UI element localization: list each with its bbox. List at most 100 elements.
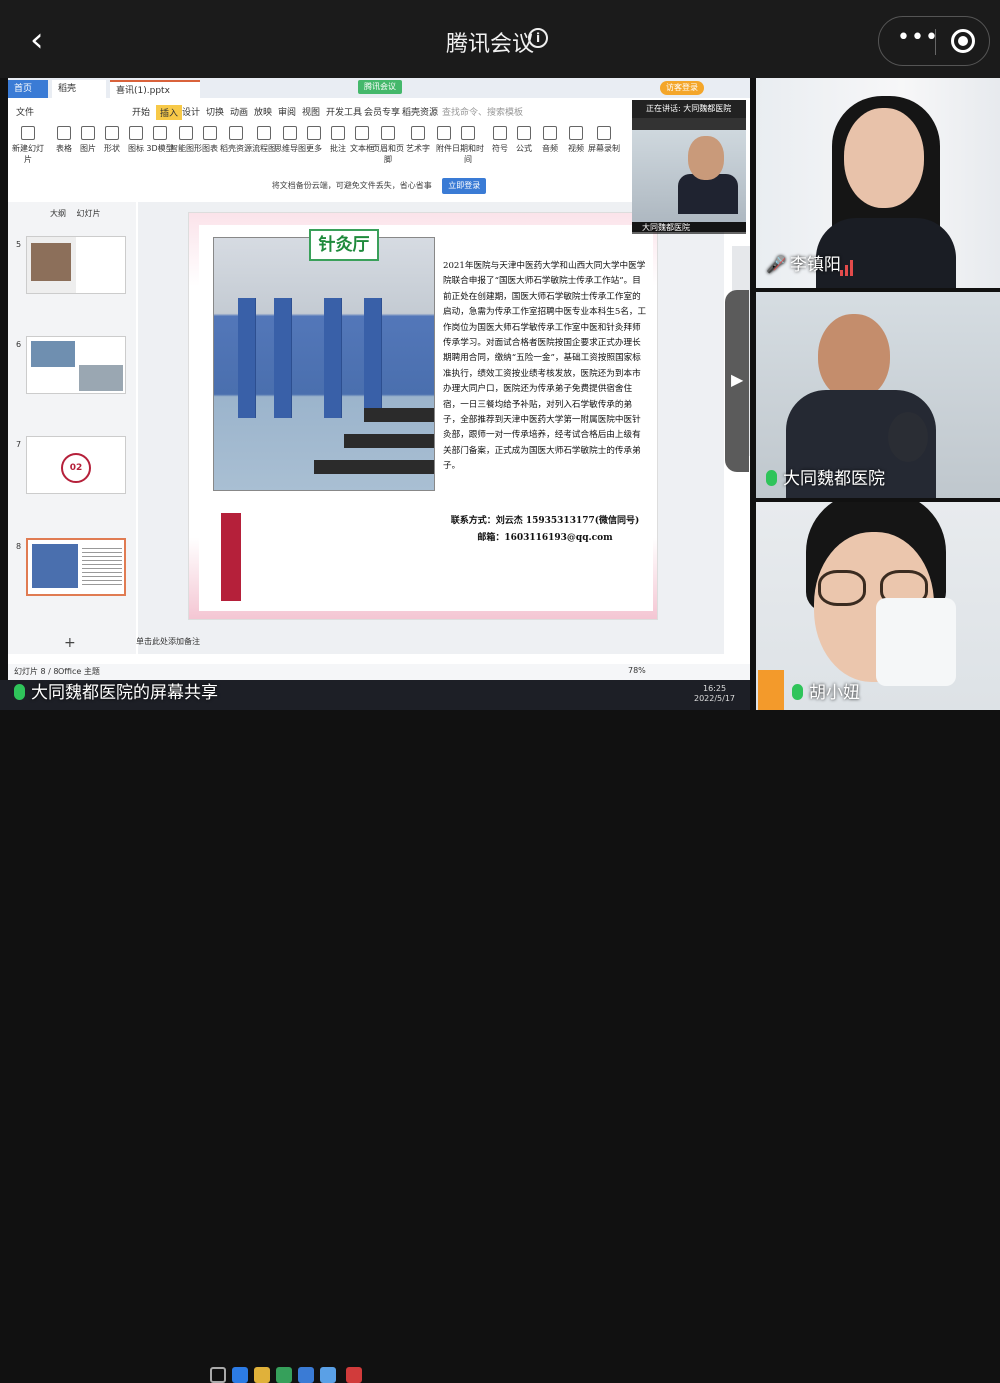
menu-item[interactable]: 设计: [182, 105, 200, 118]
signal-icon: [840, 258, 858, 276]
login-now-button[interactable]: 立即登录: [442, 178, 487, 194]
speaker-floating-window[interactable]: 正在讲话: 大同魏都医院 大同魏都医院: [632, 100, 746, 234]
speaker-video: [632, 130, 746, 222]
slide-contact: 联系方式：刘云杰 15935313177(微信同号) 邮箱：1603116193…: [445, 513, 645, 547]
speaker-body: [678, 174, 738, 214]
menu-item[interactable]: 审阅: [278, 105, 296, 118]
meeting-app-icon[interactable]: [298, 1367, 314, 1383]
menu-item[interactable]: 文件: [16, 105, 34, 118]
slide-thumbnail-selected[interactable]: [26, 538, 126, 596]
menu-item[interactable]: 动画: [230, 105, 248, 118]
background-person: [888, 412, 928, 462]
panel-tabs: 大纲 幻灯片: [50, 208, 109, 219]
speaker-face: [688, 136, 724, 180]
tab-outline[interactable]: 大纲: [50, 209, 66, 218]
folder-icon[interactable]: [254, 1367, 270, 1383]
chat-app-icon[interactable]: [276, 1367, 292, 1383]
back-button[interactable]: ‹: [30, 20, 44, 60]
zoom-level[interactable]: 78%: [628, 666, 646, 675]
thumb-photo: [31, 243, 71, 281]
participant-name: 胡小妞: [809, 683, 860, 703]
ribbon-screen-record[interactable]: 屏幕录制: [586, 124, 622, 154]
participant-tile[interactable]: 🎤̸ 李镇阳: [756, 78, 1000, 288]
divider: [935, 29, 936, 55]
thumb-photo: [32, 544, 78, 588]
visitor-login-button[interactable]: 访客登录: [660, 81, 704, 95]
participant-face: [844, 108, 924, 208]
add-slide-button[interactable]: +: [64, 635, 76, 651]
info-icon[interactable]: i: [528, 28, 548, 48]
slide-panel: 大纲 幻灯片 5 6 7 02 8: [8, 202, 136, 654]
notice-text: 将文档备份云端，可避免文件丢失，省心省事: [271, 181, 432, 190]
app-title: 腾讯会议: [446, 32, 535, 57]
tab-slides[interactable]: 幻灯片: [77, 209, 101, 218]
participant-name: 李镇阳: [789, 255, 841, 275]
mic-on-icon: [766, 470, 777, 486]
mic-on-icon: [792, 684, 803, 700]
ribbon-datetime[interactable]: 日期和时间: [450, 124, 486, 165]
top-right-controls: •••: [878, 16, 990, 66]
background-object: [876, 598, 956, 686]
menu-item[interactable]: 切换: [206, 105, 224, 118]
slide-number: 6: [16, 340, 22, 349]
participant-name-row: 大同魏都医院: [766, 464, 885, 489]
thumb-text: [82, 548, 122, 588]
menu-item[interactable]: 开发工具: [326, 105, 362, 118]
speaker-status: 正在讲话: 大同魏都医院: [632, 100, 746, 118]
thumb-photo: [31, 341, 75, 367]
thumb-photo: [79, 365, 123, 391]
chevron-right-icon: ▶: [731, 370, 744, 389]
mic-on-icon: [14, 684, 25, 700]
notes-area[interactable]: 单击此处添加备注: [136, 636, 200, 647]
windows-app-icon[interactable]: [210, 1367, 226, 1383]
slide-canvas: 针灸厅 2021年医院与天津中医药大学和山西大同大学中医学院联合申报了“国医大师…: [138, 202, 724, 654]
tab-pptx[interactable]: 喜讯(1).pptx: [110, 80, 200, 98]
screen-share-label: 大同魏都医院的屏幕共享: [14, 678, 218, 703]
app-icon[interactable]: [320, 1367, 336, 1383]
collapse-panel-handle[interactable]: ▶: [725, 290, 749, 472]
tab-docer[interactable]: 稻壳: [52, 80, 106, 98]
participant-name-row: 🎤̸ 李镇阳: [766, 250, 841, 275]
clock-time: 16:25: [702, 684, 727, 693]
top-bar: ‹ 腾讯会议 i •••: [0, 0, 1000, 78]
menu-item[interactable]: 放映: [254, 105, 272, 118]
mic-muted-icon: 🎤̸: [766, 255, 786, 274]
ribbon-new-slide[interactable]: 新建幻灯片: [10, 124, 46, 165]
slide-thumbnail[interactable]: [26, 336, 126, 394]
more-button[interactable]: •••: [897, 25, 939, 50]
glasses-left: [818, 570, 866, 606]
slide-thumbnail[interactable]: [26, 236, 126, 294]
screen-share-owner: 大同魏都医院的屏幕共享: [31, 683, 218, 703]
slide-counter: 幻灯片 8 / 8: [14, 667, 59, 676]
menu-item[interactable]: 会员专享: [364, 105, 400, 118]
slide-body-text: 2021年医院与天津中医药大学和山西大同大学中医学院联合申报了“国医大师石学敏院…: [443, 261, 647, 472]
participant-tile[interactable]: 大同魏都医院: [756, 292, 1000, 498]
slide-title: 针灸厅: [309, 229, 379, 261]
system-clock: 16:25 2022/5/17: [694, 684, 735, 704]
tab-home[interactable]: 首页: [8, 80, 48, 98]
photo-curtain: [324, 298, 342, 418]
photo-bed: [364, 408, 434, 422]
slide: 针灸厅 2021年医院与天津中医药大学和山西大同大学中医学院联合申报了“国医大师…: [188, 212, 658, 620]
speaker-name: 大同魏都医院: [632, 222, 746, 234]
photo-bed: [314, 460, 434, 474]
menu-item[interactable]: 开始: [132, 105, 150, 118]
command-search[interactable]: 查找命令、搜索模板: [442, 105, 523, 118]
menu-item[interactable]: 稻壳资源: [402, 105, 438, 118]
participant-tile[interactable]: 胡小妞: [756, 502, 1000, 710]
menu-item[interactable]: 视图: [302, 105, 320, 118]
slide-thumbnail[interactable]: 02: [26, 436, 126, 494]
clock-date: 2022/5/17: [694, 694, 736, 703]
browser-icon[interactable]: [232, 1367, 248, 1383]
wps-icon[interactable]: [346, 1367, 362, 1383]
record-button[interactable]: [951, 29, 975, 53]
thumb-chapter-badge: 02: [61, 453, 91, 483]
photo-curtain: [364, 298, 382, 418]
menu-item-insert[interactable]: 插入: [156, 105, 183, 120]
user-avatar-icon: [758, 670, 784, 710]
contact-email: 邮箱：1603116193@qq.com: [477, 533, 613, 543]
slide-number: 5: [16, 240, 22, 249]
photo-curtain: [238, 298, 256, 418]
meeting-tag: 腾讯会议: [358, 80, 402, 94]
decorative-red-bar: [221, 513, 241, 601]
